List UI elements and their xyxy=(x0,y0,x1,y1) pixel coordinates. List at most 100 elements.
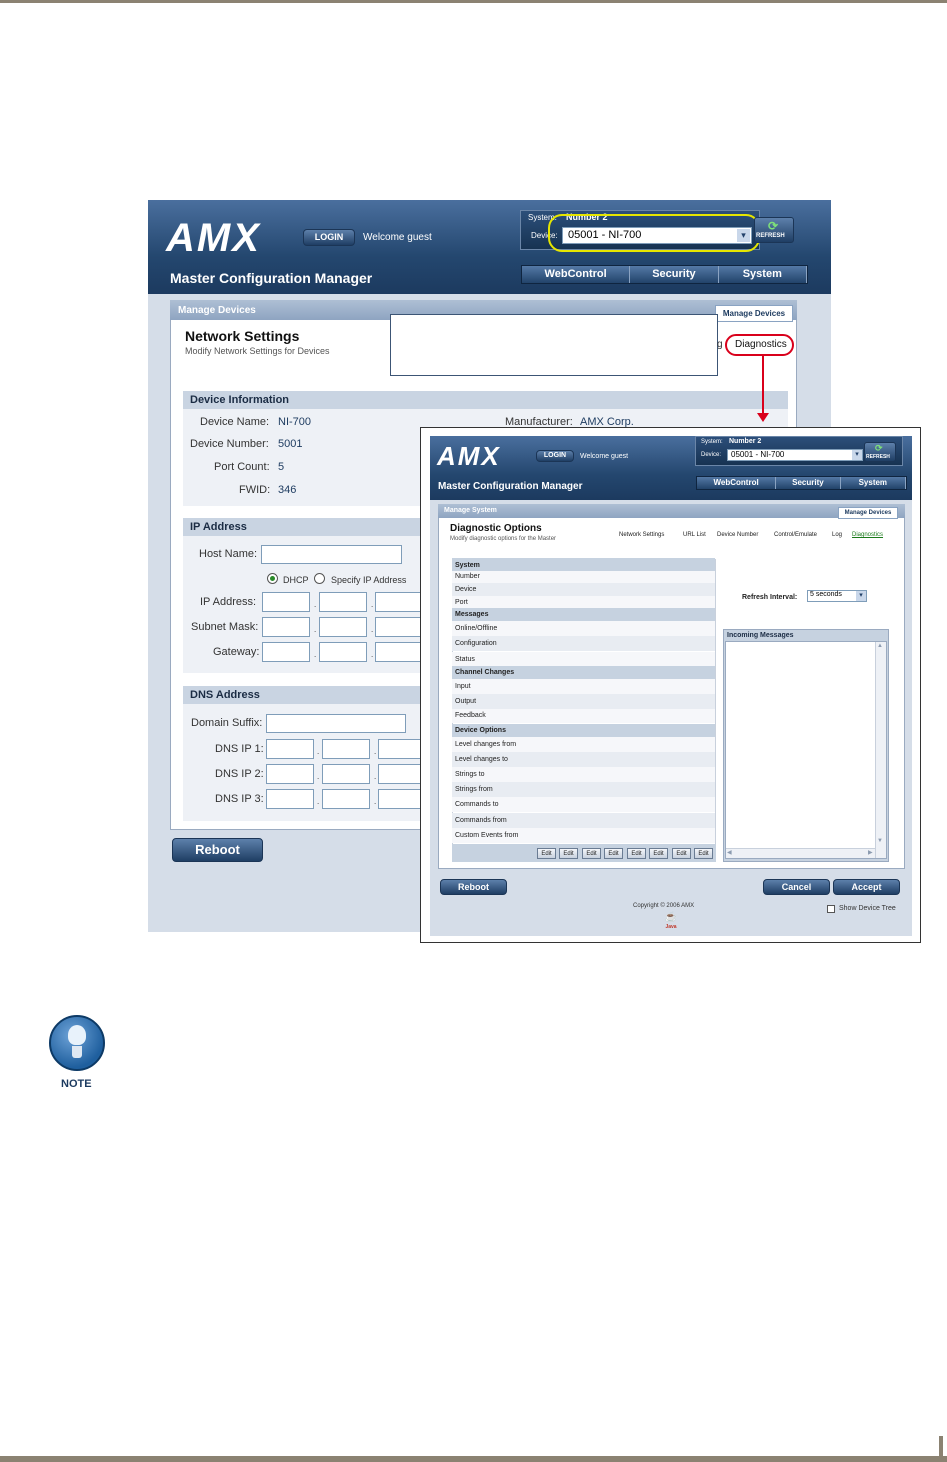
front-nav-network[interactable]: Network Settings xyxy=(619,532,664,538)
front-breadcrumb-bar xyxy=(438,504,905,518)
front-cancel-button[interactable]: Cancel xyxy=(763,879,830,895)
back-dns2-octet-2[interactable] xyxy=(322,764,370,784)
front-incoming-textarea[interactable] xyxy=(725,641,887,859)
scroll-right-icon[interactable]: ▶ xyxy=(868,849,873,856)
front-incoming-scrollbar[interactable] xyxy=(875,642,886,858)
front-accept-button[interactable]: Accept xyxy=(833,879,900,895)
front-row-feedback[interactable]: Feedback xyxy=(452,709,715,723)
back-dns3-octet-2[interactable] xyxy=(322,789,370,809)
front-row-number[interactable]: Number xyxy=(452,571,715,583)
back-gateway-octet-3[interactable] xyxy=(375,642,423,662)
front-breadcrumb: Manage System xyxy=(444,507,497,514)
back-tab-system[interactable]: System xyxy=(718,266,807,283)
back-subnet-octet-1[interactable] xyxy=(262,617,310,637)
back-dns2-octet-1[interactable] xyxy=(266,764,314,784)
back-ip-octet-3[interactable] xyxy=(375,592,423,612)
front-row-input[interactable]: Input xyxy=(452,679,715,694)
front-device-select[interactable]: 05001 - NI-700 ▾ xyxy=(727,449,863,461)
back-host-name-input[interactable] xyxy=(261,545,402,564)
front-show-tree-checkbox[interactable] xyxy=(827,905,835,913)
front-amx-logo: AMX xyxy=(437,441,501,471)
front-row-custom-events[interactable]: Custom Events from xyxy=(452,828,715,843)
front-row-status[interactable]: Status xyxy=(452,652,715,667)
back-dhcp-label: DHCP xyxy=(283,575,309,585)
front-login-button[interactable]: LOGIN xyxy=(536,450,574,462)
front-refresh-interval-select[interactable]: 5 seconds ▾ xyxy=(807,590,867,602)
back-dhcp-radio[interactable] xyxy=(267,573,278,584)
front-nav-urllist[interactable]: URL List xyxy=(683,532,706,538)
back-dns3-octet-1[interactable] xyxy=(266,789,314,809)
front-row-configuration[interactable]: Configuration xyxy=(452,636,715,651)
front-tab-system[interactable]: System xyxy=(840,477,906,489)
front-row-device[interactable]: Device xyxy=(452,583,715,596)
back-ip-octet-2[interactable] xyxy=(319,592,367,612)
back-device-number-label: Device Number: xyxy=(190,438,269,450)
scroll-h-bar[interactable] xyxy=(726,848,875,858)
front-row-level-to[interactable]: Level changes to xyxy=(452,752,715,767)
separator-dot: . xyxy=(314,650,317,659)
back-port-count-label: Port Count: xyxy=(214,461,270,473)
refresh-icon: ⟳ xyxy=(768,219,779,233)
back-dns1-octet-1[interactable] xyxy=(266,739,314,759)
back-dns1-octet-2[interactable] xyxy=(322,739,370,759)
front-row-commands-from[interactable]: Commands from xyxy=(452,813,715,828)
back-reboot-button[interactable]: Reboot xyxy=(172,838,263,862)
front-page-subtitle: Modify diagnostic options for the Master xyxy=(450,536,557,542)
front-nav-diagnostics[interactable]: Diagnostics xyxy=(852,532,883,538)
back-domain-suffix-label: Domain Suffix: xyxy=(191,717,263,729)
front-reboot-button[interactable]: Reboot xyxy=(440,879,507,895)
note-label: NOTE xyxy=(61,1078,92,1090)
chevron-down-icon: ▾ xyxy=(852,450,862,460)
separator-dot: . xyxy=(371,600,374,609)
edit-button[interactable]: Edit xyxy=(604,848,623,859)
scroll-left-icon[interactable]: ◀ xyxy=(727,849,732,856)
edit-button[interactable]: Edit xyxy=(582,848,601,859)
back-dns2-octet-3[interactable] xyxy=(378,764,426,784)
separator-dot: . xyxy=(374,797,377,806)
edit-button[interactable]: Edit xyxy=(694,848,713,859)
back-subnet-octet-2[interactable] xyxy=(319,617,367,637)
front-nav-devicenumber[interactable]: Device Number xyxy=(717,532,758,538)
front-row-online[interactable]: Online/Offline xyxy=(452,621,715,636)
front-row-channel-changes: Channel Changes xyxy=(452,666,715,679)
front-device-label: Device: xyxy=(701,452,722,458)
front-nav-log[interactable]: Log xyxy=(832,532,842,538)
back-ip-octet-1[interactable] xyxy=(262,592,310,612)
edit-button[interactable]: Edit xyxy=(649,848,668,859)
back-gateway-octet-2[interactable] xyxy=(319,642,367,662)
front-tab-webcontrol[interactable]: WebControl xyxy=(697,477,777,489)
back-subnet-octet-3[interactable] xyxy=(375,617,423,637)
front-row-strings-to[interactable]: Strings to xyxy=(452,767,715,782)
back-dns3-octet-3[interactable] xyxy=(378,789,426,809)
front-refresh-label: REFRESH xyxy=(866,454,890,460)
edit-button[interactable]: Edit xyxy=(627,848,646,859)
radio-selected-dot xyxy=(270,576,275,581)
edit-button[interactable]: Edit xyxy=(537,848,556,859)
scroll-up-icon[interactable]: ▲ xyxy=(877,643,883,649)
front-nav-control[interactable]: Control/Emulate xyxy=(774,532,817,538)
back-specify-radio[interactable] xyxy=(314,573,325,584)
back-refresh-button[interactable]: ⟳ REFRESH xyxy=(754,217,794,243)
scroll-down-icon[interactable]: ▼ xyxy=(877,838,883,844)
edit-button[interactable]: Edit xyxy=(672,848,691,859)
front-row-level-from[interactable]: Level changes from xyxy=(452,737,715,752)
back-dns3-label: DNS IP 3: xyxy=(215,793,264,805)
back-gateway-octet-1[interactable] xyxy=(262,642,310,662)
back-login-button[interactable]: LOGIN xyxy=(303,229,355,246)
front-row-output[interactable]: Output xyxy=(452,694,715,709)
back-device-info-header: Device Information xyxy=(183,391,788,409)
back-manage-devices-tab[interactable]: Manage Devices xyxy=(715,305,793,322)
connector-line xyxy=(762,356,764,416)
back-tab-security[interactable]: Security xyxy=(630,266,719,283)
arrow-head-icon xyxy=(757,413,769,422)
front-row-strings-from[interactable]: Strings from xyxy=(452,782,715,797)
front-row-commands-to[interactable]: Commands to xyxy=(452,797,715,812)
front-manage-devices-tab[interactable]: Manage Devices xyxy=(838,507,898,519)
edit-button[interactable]: Edit xyxy=(559,848,578,859)
back-ip-label: IP Address: xyxy=(200,596,257,608)
front-tab-security[interactable]: Security xyxy=(776,477,841,489)
front-refresh-button[interactable]: ⟳ REFRESH xyxy=(864,442,896,462)
back-tab-webcontrol[interactable]: WebControl xyxy=(522,266,631,283)
back-domain-suffix-input[interactable] xyxy=(266,714,406,733)
back-dns1-octet-3[interactable] xyxy=(378,739,426,759)
